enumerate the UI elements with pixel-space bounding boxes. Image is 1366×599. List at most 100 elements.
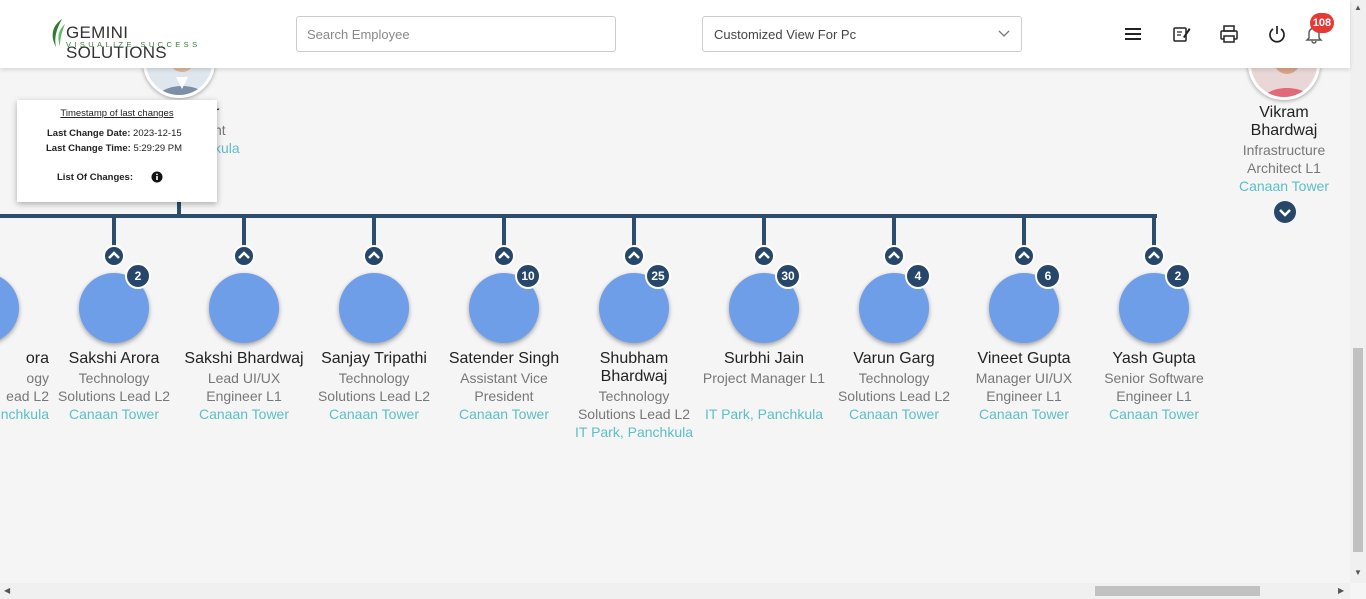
- reportee-count-badge: 10: [515, 263, 541, 289]
- last-change-tooltip: Timestamp of last changes Last Change Da…: [17, 100, 217, 202]
- reportee-count-badge: 6: [1035, 263, 1061, 289]
- node-location: Canaan Tower: [328, 406, 420, 422]
- connector-line: [632, 216, 636, 248]
- reportee-count-badge: 30: [775, 263, 801, 289]
- connector-line: [502, 216, 506, 248]
- node-name: Surbhi Jain: [723, 350, 805, 367]
- node-title: Project Manager L1: [702, 370, 826, 386]
- node-avatar[interactable]: [209, 273, 279, 343]
- node-title: Senior Software Engineer L1: [1104, 370, 1204, 404]
- node-location: Canaan Tower: [848, 406, 940, 422]
- collapse-toggle-icon[interactable]: [233, 245, 255, 267]
- node-location: Canaan Tower: [1108, 406, 1200, 422]
- collapse-toggle-icon[interactable]: [1143, 245, 1165, 267]
- edit-note-icon[interactable]: [1171, 24, 1191, 44]
- reportee-count-badge: 25: [645, 263, 671, 289]
- vertical-scroll-thumb[interactable]: [1353, 348, 1363, 552]
- connector-line: [1022, 216, 1026, 248]
- person-photo-icon: [1251, 68, 1317, 97]
- node-avatar[interactable]: [339, 273, 409, 343]
- collapse-toggle-icon[interactable]: [1013, 245, 1035, 267]
- node-location: Canaan Tower: [978, 406, 1070, 422]
- logo-tagline: VISUALIZE SUCCESS: [66, 40, 201, 49]
- last-change-time-row: Last Change Time: 5:29:29 PM: [46, 143, 182, 154]
- scroll-down-arrow-icon[interactable]: ▼: [1354, 568, 1362, 577]
- node-name: Sakshi Arora: [68, 350, 160, 367]
- node-name: Satender Singh: [448, 350, 560, 367]
- power-icon[interactable]: [1267, 24, 1287, 44]
- node-title: ogy: [26, 370, 49, 386]
- node-name: Varun Garg: [853, 350, 935, 367]
- vikram-location: Canaan Tower: [1238, 178, 1330, 194]
- scroll-up-arrow-icon[interactable]: ▲: [1354, 3, 1362, 12]
- node-name: Sanjay Tripathi: [321, 350, 427, 367]
- date-value: 2023-12-15: [133, 128, 182, 139]
- logo-leaf-icon: [52, 19, 65, 47]
- collapse-toggle-icon[interactable]: [103, 245, 125, 267]
- connector-line: [762, 216, 766, 248]
- manager-avatar[interactable]: [143, 68, 215, 98]
- changes-label: List Of Changes:: [57, 172, 134, 183]
- manager-location-partial: kula: [214, 140, 240, 156]
- node-location: Canaan Tower: [68, 406, 160, 422]
- menu-icon[interactable]: [1123, 24, 1143, 44]
- scroll-right-arrow-icon[interactable]: ▶: [1338, 586, 1344, 595]
- node-name: Sakshi Bhardwaj: [184, 350, 304, 367]
- vertical-scrollbar[interactable]: ▲ ▼: [1350, 0, 1366, 583]
- connector-line: [1152, 216, 1156, 248]
- node-title: Technology Solutions Lead L2: [317, 370, 431, 404]
- horizontal-scroll-thumb[interactable]: [1095, 586, 1260, 596]
- node-title: Technology Solutions Lead L2: [837, 370, 951, 404]
- expand-down-icon[interactable]: [1273, 200, 1297, 224]
- top-header: GEMINI SOLUTIONS VISUALIZE SUCCESS Custo…: [0, 0, 1350, 68]
- connector-line: [372, 216, 376, 248]
- view-select-dropdown[interactable]: Customized View For Pc: [702, 16, 1022, 52]
- node-title: Technology Solutions Lead L2: [577, 388, 691, 422]
- reportee-count-badge: 4: [905, 263, 931, 289]
- node-name: ora: [25, 350, 49, 367]
- chevron-down-icon: [998, 30, 1010, 37]
- time-label: Last Change Time:: [46, 143, 131, 154]
- tooltip-heading: Timestamp of last changes: [60, 108, 174, 119]
- person-photo-icon: [146, 68, 212, 95]
- connector-line: [0, 214, 1157, 218]
- collapse-toggle-icon[interactable]: [753, 245, 775, 267]
- collapse-toggle-icon[interactable]: [493, 245, 515, 267]
- search-employee-input[interactable]: [296, 16, 616, 52]
- node-location: Canaan Tower: [458, 406, 550, 422]
- notification-count-badge[interactable]: 108: [1310, 13, 1334, 33]
- list-of-changes-row: List Of Changes:: [57, 172, 133, 183]
- view-select-value: Customized View For Pc: [714, 27, 857, 42]
- node-location: nchkula: [0, 406, 49, 422]
- info-icon[interactable]: [151, 171, 163, 183]
- print-icon[interactable]: [1219, 24, 1239, 44]
- node-avatar[interactable]: [0, 273, 19, 343]
- node-title: Technology Solutions Lead L2: [57, 370, 171, 404]
- company-logo[interactable]: GEMINI SOLUTIONS VISUALIZE SUCCESS: [48, 18, 218, 62]
- node-title: Assistant Vice President: [460, 370, 548, 404]
- last-change-date-row: Last Change Date: 2023-12-15: [47, 128, 182, 139]
- date-label: Last Change Date:: [47, 128, 131, 139]
- node-title: ead L2: [6, 388, 49, 404]
- collapse-toggle-icon[interactable]: [623, 245, 645, 267]
- connector-line: [112, 216, 116, 248]
- connector-line: [892, 216, 896, 248]
- node-title: Manager UI/UX Engineer L1: [975, 370, 1073, 404]
- horizontal-scrollbar[interactable]: ◀ ▶: [0, 583, 1350, 599]
- reportee-count-badge: 2: [125, 263, 151, 289]
- time-value: 5:29:29 PM: [133, 143, 183, 154]
- scroll-left-arrow-icon[interactable]: ◀: [4, 586, 10, 595]
- node-name: Yash Gupta: [1112, 350, 1196, 367]
- reportee-count-badge: 2: [1165, 263, 1191, 289]
- node-location: Canaan Tower: [198, 406, 290, 422]
- vikram-title: Infrastructure Architect L1: [1242, 142, 1326, 176]
- node-name: Vineet Gupta: [977, 350, 1071, 367]
- vikram-avatar[interactable]: [1248, 68, 1320, 100]
- node-location: IT Park, Panchkula: [704, 406, 824, 422]
- collapse-toggle-icon[interactable]: [363, 245, 385, 267]
- node-location: IT Park, Panchkula: [574, 424, 694, 440]
- node-title: Lead UI/UX Engineer L1: [206, 370, 282, 404]
- collapse-toggle-icon[interactable]: [883, 245, 905, 267]
- vikram-name: Vikram Bhardwaj: [1250, 104, 1318, 139]
- connector-line: [242, 216, 246, 248]
